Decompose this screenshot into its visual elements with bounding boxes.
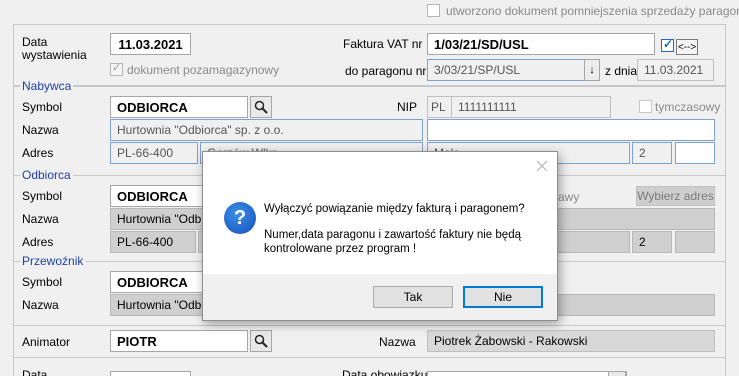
do-paragonu-label: do paragonu nr [345,64,427,78]
animator-separator-bottom [13,357,726,358]
bottom-data-label: Data [22,368,48,376]
tymczasowy-label: tymczasowy [655,100,721,114]
animator-label: Animator [22,335,71,349]
dokument-pozamagazynowy-checkbox [110,61,123,76]
data-wystawienia-field[interactable]: 11.03.2021 [110,33,191,55]
animator-separator-top [13,325,726,326]
confirm-dialog: ? Wyłączyć powiązanie między fakturą i p… [202,151,558,321]
question-icon: ? [224,202,256,234]
bottom-data-field[interactable] [110,371,191,376]
adres-dostawy-label: awy [558,190,580,204]
dokument-pozamagazynowy-label: dokument pozamagazynowy [127,63,280,77]
faktura-number-field[interactable]: 1/03/21/SD/USL [427,33,655,55]
link-toggle-button[interactable]: <--> [676,39,698,55]
odbiorca-lokal-field[interactable] [675,231,715,253]
z-dnia-label: z dnia [605,64,638,78]
wybierz-adres-button[interactable]: Wybierz adres [636,186,715,206]
nabywca-symbol-label: Symbol [22,100,63,114]
no-button[interactable]: Nie [463,286,543,308]
pomniejszenie-label: utworzono dokument pomniejszenia sprzeda… [446,4,739,18]
dialog-footer: Tak Nie [203,274,557,320]
nabywca-search-button[interactable] [250,96,272,118]
search-icon [254,334,268,348]
nabywca-nazwa-label: Nazwa [22,123,59,137]
arrow-down-icon: ↓ [589,64,595,76]
odbiorca-title: Odbiorca [20,168,73,182]
faktura-label: Faktura VAT nr [343,37,423,51]
przewoznik-title: Przewoźnik [20,254,86,268]
animator-nazwa-label: Nazwa [379,335,416,349]
animator-search-button[interactable] [250,330,272,352]
nabywca-nazwa2-field[interactable] [427,119,715,141]
close-icon[interactable] [536,160,548,172]
right-border [725,86,726,376]
paragon-number-field[interactable]: 3/03/21/SP/USL [427,59,585,81]
nabywca-symbol-field[interactable]: ODBIORCA [110,96,248,118]
przewoznik-symbol-label: Symbol [22,275,63,289]
data-wystawienia-label-line2: wystawienia [22,48,87,62]
dialog-message-line1: Numer,data paragonu i zawartość faktury … [264,229,521,241]
left-border [13,86,14,376]
nabywca-lokal-field[interactable] [675,142,715,164]
data-obowiazku-extra-field[interactable] [608,371,626,376]
paragon-dropdown-button[interactable]: ↓ [584,59,600,81]
data-obowiazku-label: Data obowiązku [342,368,428,376]
nip-prefix-field[interactable]: PL [427,96,452,118]
nip-label: NIP [397,100,418,114]
nabywca-nr-field[interactable]: 2 [632,142,672,164]
z-dnia-field[interactable]: 11.03.2021 [637,59,714,81]
nip-field[interactable]: 1111111111 [451,96,611,118]
odbiorca-adres-label: Adres [22,235,54,249]
nabywca-title: Nabywca [20,79,74,93]
tymczasowy-checkbox[interactable] [639,100,652,113]
nabywca-separator [13,86,726,87]
nabywca-nazwa-field[interactable]: Hurtownia "Odbiorca" sp. z o.o. [110,119,423,141]
nabywca-kod-field[interactable]: PL-66-400 [110,142,198,164]
pomniejszenie-checkbox [427,4,440,17]
dialog-message-line2: kontrolowane przez program ! [264,243,417,255]
animator-field[interactable]: PIOTR [110,330,248,352]
dialog-message-question: Wyłączyć powiązanie między fakturą i par… [264,203,525,215]
data-obowiazku-field[interactable] [427,371,627,376]
yes-button[interactable]: Tak [373,286,453,308]
faktura-link-checkbox[interactable] [661,37,674,52]
odbiorca-nr-field[interactable]: 2 [632,231,672,253]
przewoznik-nazwa-label: Nazwa [22,298,59,312]
odbiorca-kod-field[interactable]: PL-66-400 [110,231,196,253]
odbiorca-nazwa-label: Nazwa [22,212,59,226]
animator-nazwa-field[interactable]: Piotrek Żabowski - Rakowski [427,330,715,352]
search-icon [254,100,268,114]
data-wystawienia-label: Data wystawienia [22,36,87,62]
nabywca-adres-label: Adres [22,146,54,160]
odbiorca-symbol-label: Symbol [22,189,63,203]
